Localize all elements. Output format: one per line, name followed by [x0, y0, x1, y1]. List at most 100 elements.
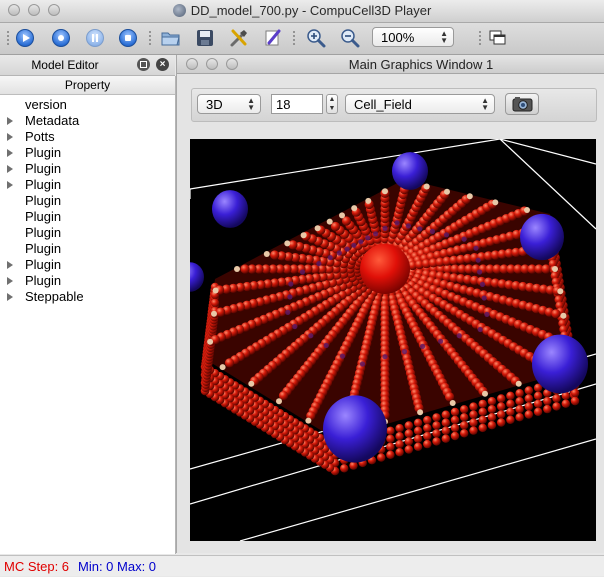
boundary-dot [314, 225, 321, 232]
cell-sphere [224, 358, 235, 368]
stop-button[interactable] [117, 27, 139, 49]
tree-item[interactable]: Plugin [0, 241, 175, 257]
tree-item[interactable]: version [0, 97, 175, 113]
chevron-updown-icon: ▲ ▼ [247, 96, 255, 112]
cell-sphere [413, 426, 423, 435]
cell-sphere [404, 445, 413, 454]
step-button[interactable] [50, 27, 72, 49]
tree-item[interactable]: Steppable [0, 289, 175, 305]
windows-button[interactable] [487, 27, 509, 49]
disclosure-triangle-icon[interactable] [7, 181, 13, 189]
cell-sphere [478, 423, 487, 433]
main-graphics-window: Main Graphics Window 1 3D ▲ ▼ 18 ▲ ▼ Cell_… [176, 55, 604, 553]
view-mode-select[interactable]: 3D ▲ ▼ [197, 94, 261, 114]
cell-sphere [441, 426, 450, 435]
window-title: DD_model_700.py - CompuCell3D Player [190, 3, 432, 18]
disclosure-triangle-icon[interactable] [7, 133, 13, 141]
cell-sphere [460, 421, 469, 430]
cell-sphere [469, 418, 478, 427]
graphics-controls-bar: 3D ▲ ▼ 18 ▲ ▼ Cell_Field ▲ ▼ [191, 88, 597, 122]
toolbar-grip-3[interactable] [292, 30, 296, 47]
tree-item[interactable]: Plugin [0, 273, 175, 289]
boundary-dot [492, 199, 499, 206]
cell-sphere [413, 418, 423, 427]
pause-button[interactable] [84, 27, 106, 49]
disclosure-triangle-icon[interactable] [7, 293, 13, 301]
3d-viewport[interactable] [190, 139, 596, 541]
toolbar-grip[interactable] [6, 30, 10, 47]
cell-sphere [506, 407, 515, 416]
disclosure-triangle-icon[interactable] [7, 117, 13, 125]
tree-item[interactable]: Plugin [0, 193, 175, 209]
tree-item-label: Plugin [25, 177, 62, 192]
boundary-dot [234, 266, 240, 272]
field-select[interactable]: Cell_Field ▲ ▼ [345, 94, 495, 114]
cell-sphere [240, 264, 250, 274]
cell-sphere [404, 429, 413, 438]
boundary-dot [524, 207, 530, 213]
zoom-in-button[interactable] [305, 27, 327, 49]
disclosure-triangle-icon[interactable] [7, 165, 13, 173]
disclosure-triangle-icon[interactable] [7, 277, 13, 285]
inner-dot [292, 323, 298, 330]
property-column-header[interactable]: Property [0, 76, 175, 95]
inner-dot [299, 269, 306, 275]
cell-sphere [524, 410, 533, 419]
boundary-dot [449, 400, 456, 406]
run-button[interactable] [14, 27, 36, 49]
tree-item[interactable]: Plugin [0, 257, 175, 273]
cell-sphere [543, 404, 552, 414]
boundary-dot [300, 232, 307, 239]
edit-button[interactable] [262, 27, 284, 49]
open-button[interactable] [160, 27, 182, 49]
tree-item-label: Plugin [25, 193, 62, 208]
cell-sphere [497, 394, 506, 403]
tree-item[interactable]: Plugin [0, 177, 175, 193]
cell-sphere [413, 434, 423, 443]
disclosure-triangle-icon[interactable] [7, 261, 13, 269]
tree-item[interactable]: Plugin [0, 145, 175, 161]
tree-item[interactable]: Plugin [0, 209, 175, 225]
cell-sphere [478, 415, 487, 425]
zoom-out-button[interactable] [339, 27, 361, 49]
tree-item[interactable]: Plugin [0, 225, 175, 241]
cell-sphere [497, 402, 506, 411]
boundary-dot [417, 409, 424, 416]
min-max-label: Min: 0 Max: 0 [78, 559, 157, 574]
tools-icon [230, 29, 247, 47]
inner-dot [420, 343, 426, 349]
screenshot-button[interactable] [505, 93, 539, 115]
tools-button[interactable] [228, 27, 250, 49]
status-bar: MC Step: 6 Min: 0 Max: 0 [0, 555, 604, 576]
save-icon [197, 30, 213, 46]
slice-spinbox[interactable]: 18 [271, 94, 323, 114]
stop-icon [119, 29, 137, 47]
tree-item[interactable]: Plugin [0, 161, 175, 177]
save-button[interactable] [194, 27, 216, 49]
cell-sphere [487, 413, 497, 422]
cell-sphere [487, 397, 497, 406]
cell-sphere [543, 396, 552, 406]
inner-dot [344, 246, 350, 252]
main-toolbar [0, 23, 604, 55]
disclosure-triangle-icon[interactable] [7, 149, 13, 157]
tree-item[interactable]: Potts [0, 129, 175, 145]
slice-stepper-icon[interactable]: ▲ ▼ [326, 94, 338, 114]
zoom-level-select[interactable]: 100% ▲ ▼ [372, 27, 454, 47]
close-panel-icon[interactable]: × [156, 58, 169, 71]
cell-sphere [432, 421, 441, 430]
cell-sphere [570, 396, 580, 406]
toolbar-grip-2[interactable] [148, 30, 152, 47]
cell-sphere [515, 405, 524, 414]
boundary-dot [482, 390, 488, 397]
tree-item-label: Plugin [25, 273, 62, 288]
inner-dot [484, 311, 490, 317]
cell-sphere [330, 221, 341, 232]
float-panel-icon[interactable] [137, 58, 150, 71]
inner-dot [323, 342, 329, 348]
boundary-dot [339, 212, 345, 219]
tree-item[interactable]: Metadata [0, 113, 175, 129]
view-mode-value: 3D [206, 97, 223, 112]
toolbar-grip-4[interactable] [478, 30, 482, 47]
boundary-cell-sphere [323, 395, 387, 463]
